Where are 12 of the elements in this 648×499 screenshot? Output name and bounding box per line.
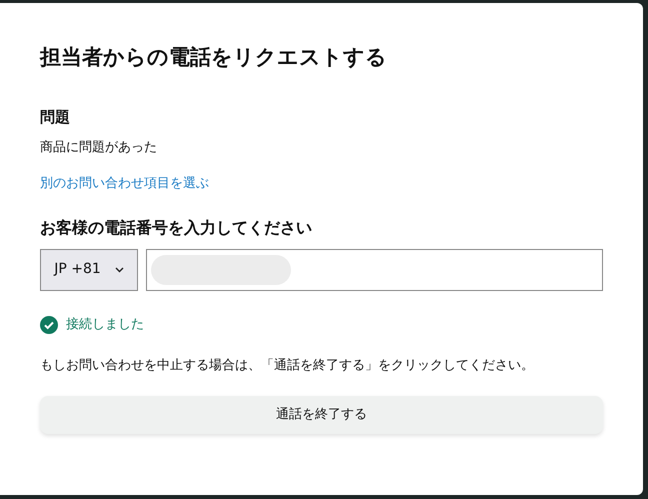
country-code-select[interactable]: JP +81 xyxy=(40,248,138,291)
caret-icon xyxy=(114,266,124,273)
issue-value: 商品に問題があった xyxy=(40,139,158,158)
dialog-title: 担当者からの電話をリクエストする xyxy=(40,45,388,70)
phone-number-field[interactable] xyxy=(146,248,603,291)
status-text: 接続しました xyxy=(66,316,144,334)
change-topic-link[interactable]: 別のお問い合わせ項目を選ぶ xyxy=(40,176,209,191)
check-circle-icon xyxy=(40,316,58,334)
end-call-button[interactable]: 通話を終了する xyxy=(40,396,603,434)
instruction-text: もしお問い合わせを中止する場合は、「通話を終了する」をクリックしてください。 xyxy=(40,357,535,376)
section-heading: 問題 xyxy=(40,108,71,126)
section-heading: お客様の電話番号を入力してください xyxy=(40,218,313,237)
